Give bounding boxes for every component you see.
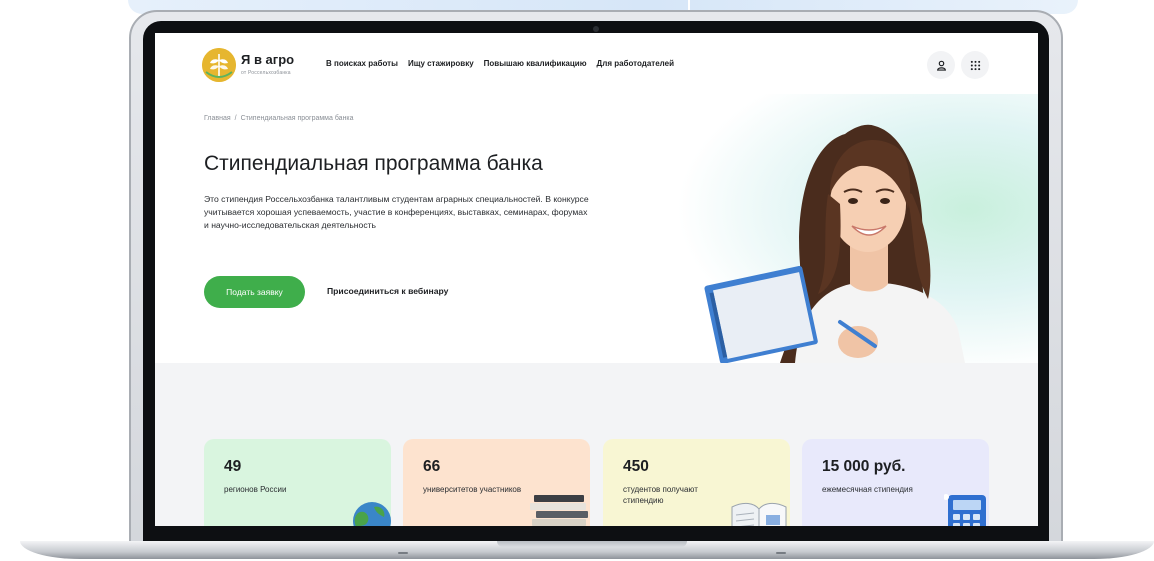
stat-card-students: 450 студентов получают стипендию: [603, 439, 790, 526]
nav-item-employers[interactable]: Для работодателей: [597, 59, 674, 68]
apply-button[interactable]: Подать заявку: [204, 276, 305, 308]
stat-label: ежемесячная стипендия: [822, 485, 913, 494]
laptop-base-notch: [497, 541, 687, 547]
page-title: Стипендиальная программа банка: [204, 152, 543, 175]
globe-icon: [353, 502, 391, 526]
stat-label: студентов получают стипендию: [623, 485, 698, 505]
user-button[interactable]: [927, 51, 955, 79]
calculator-icon: [944, 494, 986, 526]
apps-menu-button[interactable]: [961, 51, 989, 79]
camera-icon: [593, 26, 599, 32]
laptop-foot: [398, 552, 408, 554]
breadcrumb-home[interactable]: Главная: [204, 115, 231, 122]
breadcrumb-current: Стипендиальная программа банка: [240, 115, 354, 122]
main-nav: В поисках работы Ищу стажировку Повышаю …: [326, 59, 674, 68]
nav-item-qualification[interactable]: Повышаю квалификацию: [484, 59, 587, 68]
site-header: Я в агро от Россельхозбанка В поисках ра…: [155, 33, 1038, 94]
stat-card-regions: 49 регионов России: [204, 439, 391, 526]
stat-value: 450: [623, 458, 649, 475]
logo-icon[interactable]: [202, 48, 236, 82]
stat-label: регионов России: [224, 485, 287, 494]
hero-section: Главная / Стипендиальная программа банка…: [155, 94, 1038, 363]
nav-item-internship[interactable]: Ищу стажировку: [408, 59, 474, 68]
logo-subtitle: от Россельхозбанка: [241, 70, 291, 76]
nav-item-job-search[interactable]: В поисках работы: [326, 59, 398, 68]
webinar-link[interactable]: Присоединиться к вебинару: [327, 286, 448, 296]
stat-card-universities: 66 университетов участников: [403, 439, 590, 526]
stat-value: 15 000 руб.: [822, 458, 906, 475]
laptop-foot: [776, 552, 786, 554]
stat-value: 49: [224, 458, 242, 475]
stat-label: университетов участников: [423, 485, 522, 494]
stat-card-stipend: 15 000 руб. ежемесячная стипендия: [802, 439, 989, 526]
student-photo: [704, 124, 965, 363]
laptop-screen: Я в агро от Россельхозбанка В поисках ра…: [155, 33, 1038, 526]
open-book-icon: [731, 502, 787, 526]
apps-grid-icon: [970, 60, 980, 70]
breadcrumb-separator: /: [234, 115, 237, 122]
breadcrumb: Главная / Стипендиальная программа банка: [204, 115, 354, 122]
stat-value: 66: [423, 458, 441, 475]
user-icon: [936, 60, 946, 71]
books-icon: [530, 495, 588, 526]
logo-title[interactable]: Я в агро: [241, 52, 294, 67]
hero-description: Это стипендия Россельхозбанка талантливы…: [204, 194, 589, 230]
